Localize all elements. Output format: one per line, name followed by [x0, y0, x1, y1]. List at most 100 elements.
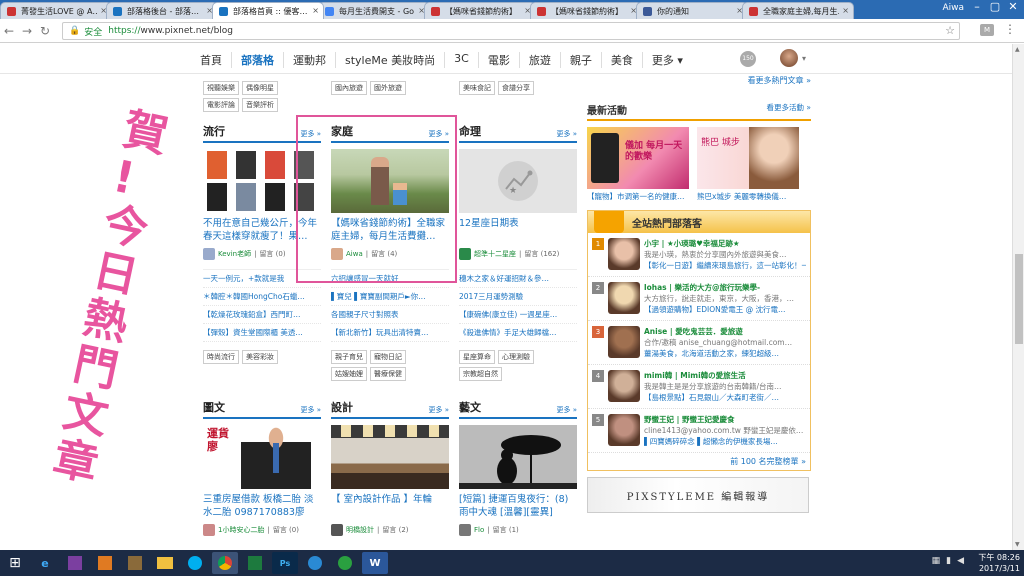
- post-title-link[interactable]: 12星座日期表: [459, 217, 577, 243]
- qr-icon[interactable]: ▦: [932, 556, 941, 566]
- comment-count[interactable]: 留言 (0): [259, 249, 285, 259]
- related-link[interactable]: ▌寶兒 ▌寶寶副間期戶►你…: [331, 288, 449, 306]
- more-activity-link[interactable]: 看更多活動 »: [767, 102, 811, 117]
- chrome-icon[interactable]: [212, 552, 238, 574]
- blogger-name[interactable]: 野蠻王妃 | 野蠻王妃愛慶食: [644, 414, 803, 425]
- blogger-avatar[interactable]: [608, 326, 640, 358]
- author-name[interactable]: Flo: [474, 526, 484, 534]
- blogger-post-link[interactable]: 【島根景點】石見銀山／大森町老街／…: [644, 392, 782, 403]
- nav-link[interactable]: 3C: [444, 52, 478, 68]
- hot-blogger-item[interactable]: 5 野蠻王妃 | 野蠻王妃愛慶食 cline1413@yahoo.com.tw 野蠻…: [588, 409, 810, 453]
- system-tray[interactable]: ▦ ▮ ◀: [932, 556, 964, 566]
- page-scrollbar[interactable]: ▲ ▼: [1012, 44, 1024, 550]
- author-name[interactable]: 1小時安心二胎: [218, 525, 264, 535]
- category-tag[interactable]: 親子育兒: [331, 350, 367, 364]
- browser-tab[interactable]: 每月生活費開支 - Go… ×: [318, 2, 430, 19]
- hot-blogger-item[interactable]: 3 Anise | 愛吃鬼芸芸．愛旅遊 合作/邀稿 anise_chuang@hot…: [588, 321, 810, 365]
- blogger-avatar[interactable]: [608, 238, 640, 270]
- nav-link[interactable]: 旅遊: [518, 52, 560, 68]
- related-link[interactable]: 【新北新竹】玩具出清特賣…: [331, 324, 449, 342]
- blogger-name[interactable]: 小宇 | ★小瑛璐♥幸福足跡★: [644, 238, 806, 249]
- scrollbar-thumb[interactable]: [1015, 254, 1023, 344]
- category-tag[interactable]: 美味食記: [459, 81, 495, 95]
- user-avatar[interactable]: [780, 49, 798, 67]
- forward-icon[interactable]: →: [18, 24, 36, 38]
- nav-link[interactable]: 電影: [477, 52, 519, 68]
- related-link[interactable]: 2017三月運勢測驗: [459, 288, 577, 306]
- post-thumbnail[interactable]: 運貨 廖: [203, 425, 321, 489]
- category-tag[interactable]: 偶像明星: [242, 81, 278, 95]
- blogger-name[interactable]: Anise | 愛吃鬼芸芸．愛旅遊: [644, 326, 792, 337]
- skype-icon[interactable]: [182, 552, 208, 574]
- activity-ad-2[interactable]: 熊巴 城步: [697, 127, 799, 189]
- activity-ad-1[interactable]: 儀加 每月一天的歡樂: [587, 127, 689, 189]
- author-name[interactable]: 明橋設計: [346, 525, 374, 535]
- category-tag[interactable]: 國內旅遊: [331, 81, 367, 95]
- blogger-post-link[interactable]: 【過領遊購物】EDION愛電王 @ 沈行電…: [644, 304, 794, 315]
- blogger-avatar[interactable]: [608, 282, 640, 314]
- category-tag[interactable]: 音樂評析: [242, 98, 278, 112]
- section-more-link[interactable]: 更多 »: [428, 405, 449, 415]
- nav-link[interactable]: styleMe 美妝時尚: [335, 52, 444, 68]
- nav-link[interactable]: 首頁: [200, 52, 231, 68]
- minimize-icon[interactable]: –: [968, 0, 986, 13]
- close-icon[interactable]: ✕: [1004, 0, 1022, 13]
- post-thumbnail[interactable]: [459, 425, 577, 489]
- blogger-post-link[interactable]: ▌四寶媽碎碎念 ▌超懶念的伊機家長場…: [644, 436, 803, 447]
- category-tag[interactable]: 星座算命: [459, 350, 495, 364]
- chevron-down-icon[interactable]: ▾: [802, 54, 806, 63]
- blogger-name[interactable]: lohas | 樂活的大方@旅行玩樂學-: [644, 282, 794, 293]
- section-more-link[interactable]: 更多 »: [556, 405, 577, 415]
- back-icon[interactable]: ←: [0, 24, 18, 38]
- post-thumbnail[interactable]: ★: [459, 149, 577, 213]
- nav-link[interactable]: 更多 ▾: [641, 52, 692, 68]
- folder-icon[interactable]: [152, 552, 178, 574]
- excel-icon[interactable]: [242, 552, 268, 574]
- extension-icon[interactable]: M: [980, 24, 994, 36]
- app-icon-purple[interactable]: [62, 552, 88, 574]
- author-avatar[interactable]: [203, 248, 215, 260]
- tab-close-icon[interactable]: ×: [312, 6, 319, 15]
- browser-tab[interactable]: 菁發生活LOVE @ A… ×: [0, 2, 112, 19]
- app-icon-brown[interactable]: [122, 552, 148, 574]
- category-tag[interactable]: 宗教超自然: [459, 367, 502, 381]
- activity-ad-1-caption[interactable]: 【寵物】市调第一名的健康…: [587, 191, 689, 202]
- category-tag[interactable]: 電影評論: [203, 98, 239, 112]
- nav-link[interactable]: 部落格: [231, 52, 283, 68]
- blogger-post-link[interactable]: 【彰化一日遊】繼續來環島旅行，這一站彰化！一樣會規劃出大家三天的景美…(繼續閱讀…: [644, 260, 806, 271]
- comment-count[interactable]: 留言 (2): [382, 525, 408, 535]
- nav-link[interactable]: 運動邦: [283, 52, 335, 68]
- section-more-link[interactable]: 更多 »: [556, 129, 577, 139]
- bookmark-star-icon[interactable]: ☆: [945, 24, 955, 37]
- scroll-up-icon[interactable]: ▲: [1015, 46, 1020, 53]
- scroll-down-icon[interactable]: ▼: [1015, 541, 1020, 548]
- comment-count[interactable]: 留言 (0): [273, 525, 299, 535]
- author-name[interactable]: 超準十二星座: [474, 249, 516, 259]
- comment-count[interactable]: 留言 (1): [493, 525, 519, 535]
- browser-tab[interactable]: 【媽咪省錢節約術】 ×: [530, 2, 642, 19]
- author-avatar[interactable]: [459, 248, 471, 260]
- post-title-link[interactable]: 三重房屋借款 板橋二胎 淡水二胎 0987170883廖經…: [203, 493, 321, 519]
- photoshop-icon[interactable]: Ps: [272, 552, 298, 574]
- browser-tab[interactable]: 你的通知 ×: [636, 2, 748, 19]
- related-link[interactable]: ＊韓腔＊韓國HongCho石蠟…: [203, 288, 321, 306]
- blogger-name[interactable]: mimi韓 | Mimi韓の愛旅生活: [644, 370, 782, 381]
- hot-blogger-item[interactable]: 4 mimi韓 | Mimi韓の愛旅生活 我是韓主是是分享旅遊的台南韓籍/台南… 【島…: [588, 365, 810, 409]
- related-link[interactable]: 穗木之家＆好運招財＆參…: [459, 270, 577, 288]
- app-icon-line[interactable]: [332, 552, 358, 574]
- url-field[interactable]: 🔒 安全 https://www.pixnet.net/blog ☆: [62, 22, 960, 40]
- category-tag[interactable]: 食譜分享: [498, 81, 534, 95]
- pixstyleme-banner[interactable]: PIXSTYLEME 編輯報導: [587, 477, 809, 513]
- app-icon-blue[interactable]: [302, 552, 328, 574]
- word-icon[interactable]: W: [362, 552, 388, 574]
- category-tag[interactable]: 醫療保健: [370, 367, 406, 381]
- tab-close-icon[interactable]: ×: [842, 6, 849, 15]
- app-icon-orange[interactable]: [92, 552, 118, 574]
- browser-tab[interactable]: 全職家庭主婦,每月生… ×: [742, 2, 854, 19]
- network-icon[interactable]: ▮: [946, 556, 951, 566]
- category-tag[interactable]: 美容彩妝: [242, 350, 278, 364]
- windows-start-icon[interactable]: ⊞: [2, 552, 28, 574]
- author-avatar[interactable]: [459, 524, 471, 536]
- reload-icon[interactable]: ↻: [36, 24, 54, 38]
- browser-tab[interactable]: 部落格後台 - 部落… ×: [106, 2, 218, 19]
